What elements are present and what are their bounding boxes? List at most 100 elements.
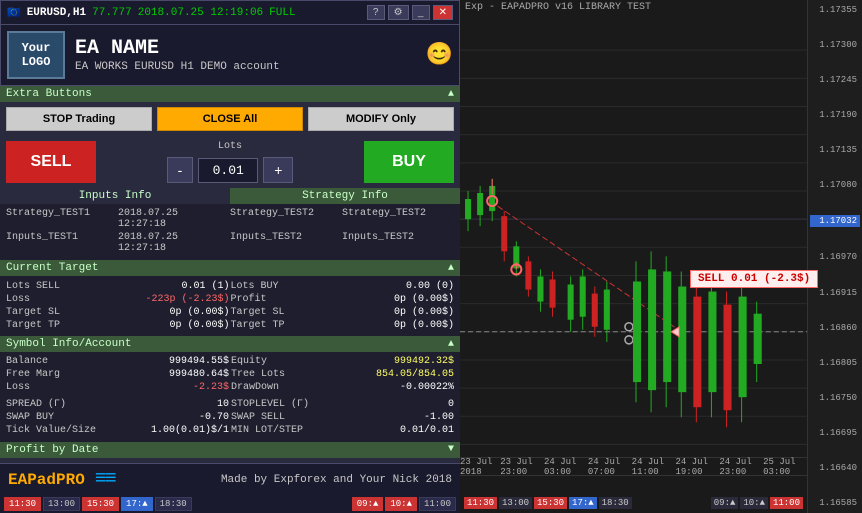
lots-minus-button[interactable]: -: [167, 157, 194, 183]
loss-row: Loss -223p (-2.23$): [6, 293, 230, 306]
target-left: Lots SELL 0.01 (1) Loss -223p (-2.23$) T…: [6, 280, 230, 332]
price-1: 1.17355: [810, 5, 860, 15]
chip-1830b[interactable]: 18:30: [599, 497, 632, 509]
price-2: 1.17300: [810, 40, 860, 50]
chip-17b[interactable]: 17:▲: [569, 497, 597, 509]
time-label-bar: 23 Jul 2018 23 Jul 23:00 24 Jul 03:00 24…: [460, 457, 807, 475]
price-14: 1.16640: [810, 463, 860, 473]
swap-buy-label: SWAP BUY: [6, 412, 54, 423]
question-button[interactable]: ?: [367, 5, 385, 20]
footer: EAPadPRO ≡≡ Made by Expforex and Your Ni…: [0, 463, 460, 495]
chip-1100b[interactable]: 11:00: [770, 497, 803, 509]
price-13: 1.16695: [810, 428, 860, 438]
free-lots-label: Tree Lots: [231, 369, 285, 380]
footer-ea: EAPad: [8, 471, 56, 489]
time-24jul19: 24 Jul 19:00: [676, 457, 720, 477]
stoplevel-label: STOPLEVEL (Г): [231, 399, 309, 410]
info-tab-headers: Inputs Info Strategy Info: [0, 188, 460, 204]
drawdown-label: DrawDown: [231, 382, 279, 393]
strategy-info-tab[interactable]: Strategy Info: [230, 188, 460, 204]
chip-10b[interactable]: 10:▲: [740, 497, 768, 509]
spread-row: SPREAD (Г) 10: [6, 399, 229, 410]
time-chip-17[interactable]: 17:▲: [121, 497, 153, 511]
price-scale: 1.17355 1.17300 1.17245 1.17190 1.17135 …: [807, 0, 862, 513]
ea-name-area: EA NAME EA WORKS EURUSD H1 DEMO account: [75, 37, 416, 73]
tick-row: Tick Value/Size 1.00(0.01)$/1: [6, 425, 229, 436]
stop-trading-button[interactable]: STOP Trading: [6, 107, 152, 131]
mode-label: FULL: [269, 7, 295, 19]
chip-1530b[interactable]: 15:30: [534, 497, 567, 509]
stoplevel-row: STOPLEVEL (Г) 0: [231, 399, 454, 410]
price-label: 77.777: [92, 7, 132, 19]
min-lot-row: MIN LOT/STEP 0.01/0.01: [231, 425, 454, 436]
profit-value: 0p (0.00$): [394, 294, 454, 305]
free-marg-value: 999480.64$: [169, 369, 229, 380]
footer-lines-icon: ≡≡: [95, 468, 115, 491]
time-chip-10[interactable]: 10:▲: [385, 497, 417, 511]
lots-buy-label: Lots BUY: [231, 281, 279, 292]
price-5: 1.17135: [810, 145, 860, 155]
info-row-1: Strategy_TEST1 2018.07.25 12:27:18 Strat…: [6, 208, 454, 230]
time-24jul23: 24 Jul 23:00: [719, 457, 763, 477]
minimize-button[interactable]: _: [412, 5, 430, 20]
close-button[interactable]: ✕: [433, 5, 453, 20]
free-lots-row: Tree Lots 854.05/854.05: [231, 369, 454, 380]
tick-label: Tick Value/Size: [6, 425, 96, 436]
balance-value: 999494.55$: [169, 356, 229, 367]
sell-tooltip-text: SELL 0.01 (-2.3$): [698, 273, 810, 285]
price-12: 1.16750: [810, 393, 860, 403]
info-row-2: Inputs_TEST1 2018.07.25 12:27:18 Inputs_…: [6, 232, 454, 254]
close-all-button[interactable]: CLOSE All: [157, 107, 303, 131]
target-sl-left-value: 0p (0.00$): [169, 307, 229, 318]
time-chip-1830[interactable]: 18:30: [155, 497, 192, 511]
equity-label: Equity: [231, 356, 267, 367]
ea-name: EA NAME: [75, 37, 416, 61]
profit-label: Profit: [231, 294, 267, 305]
price-4: 1.17190: [810, 110, 860, 120]
lots-plus-button[interactable]: +: [263, 157, 293, 183]
chip-1130[interactable]: 11:30: [464, 497, 497, 509]
time-chip-1300[interactable]: 13:00: [43, 497, 80, 511]
loss-sym-value: -2.23$: [193, 382, 229, 393]
time-24jul03: 24 Jul 03:00: [544, 457, 588, 477]
balance-label: Balance: [6, 356, 48, 367]
lots-sell-row: Lots SELL 0.01 (1): [6, 280, 230, 293]
date-bar: 11:30 13:00 15:30 17:▲ 18:30 09:▲ 10:▲ 1…: [460, 475, 807, 513]
settings-button[interactable]: ⚙: [388, 5, 409, 20]
sym-right: Equity 999492.32$ Tree Lots 854.05/854.0…: [231, 356, 454, 395]
lots-buy-value: 0.00 (0): [406, 281, 454, 292]
header-left: 🇪🇺 EURUSD,H1 77.777 2018.07.25 12:19:06 …: [7, 6, 296, 20]
smiley-icon: 😊: [426, 42, 453, 68]
sell-button[interactable]: SELL: [6, 141, 96, 183]
left-panel: 🇪🇺 EURUSD,H1 77.777 2018.07.25 12:19:06 …: [0, 0, 460, 513]
equity-value: 999492.32$: [394, 356, 454, 367]
profit-label: Profit by Date: [6, 444, 98, 456]
symbol-info-header: Symbol Info/Account ▲: [0, 336, 460, 352]
time-24jul07: 24 Jul 07:00: [588, 457, 632, 477]
buy-button[interactable]: BUY: [364, 141, 454, 183]
ea-header: Your LOGO EA NAME EA WORKS EURUSD H1 DEM…: [0, 25, 460, 86]
loss-value: -223p (-2.23$): [145, 294, 229, 305]
time-chip-1100[interactable]: 11:00: [419, 497, 456, 511]
extra-buttons-row: STOP Trading CLOSE All MODIFY Only: [0, 102, 460, 136]
balance-row: Balance 999494.55$: [6, 356, 229, 367]
header-controls: ? ⚙ _ ✕: [367, 5, 453, 20]
lots-buy-row: Lots BUY 0.00 (0): [231, 280, 455, 293]
footer-logo: EAPadPRO: [8, 471, 85, 489]
extra-buttons-arrow: ▲: [448, 89, 454, 100]
time-chip-1130[interactable]: 11:30: [4, 497, 41, 511]
modify-button[interactable]: MODIFY Only: [308, 107, 454, 131]
price-8: 1.16970: [810, 252, 860, 262]
candle-chart: [460, 20, 807, 452]
target-sl-right-row: Target SL 0p (0.00$): [231, 306, 455, 319]
inputs-info-tab[interactable]: Inputs Info: [0, 188, 230, 204]
drawdown-row: DrawDown -0.00022%: [231, 382, 454, 393]
chip-09b[interactable]: 09:▲: [711, 497, 739, 509]
symbol-info-label: Symbol Info/Account: [6, 338, 131, 350]
chip-1300[interactable]: 13:00: [499, 497, 532, 509]
time-chip-09[interactable]: 09:▲: [352, 497, 384, 511]
price-7: 1.17032: [810, 215, 860, 227]
price-6: 1.17080: [810, 180, 860, 190]
free-marg-label: Free Marg: [6, 369, 60, 380]
time-chip-1530[interactable]: 15:30: [82, 497, 119, 511]
